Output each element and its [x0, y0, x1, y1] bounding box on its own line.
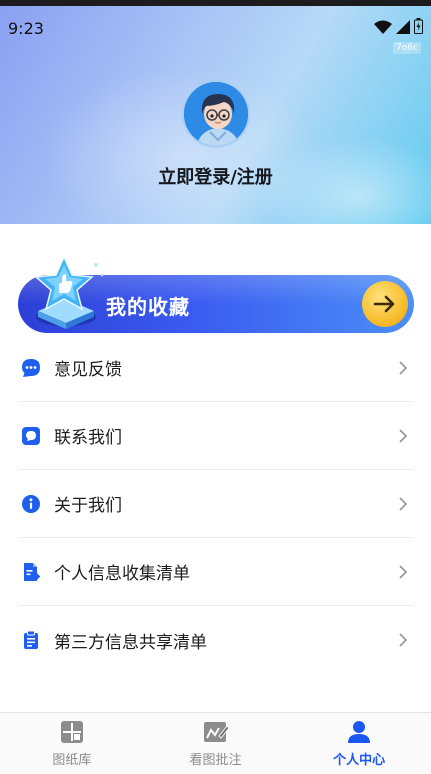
tab-label: 个人中心	[333, 753, 386, 768]
clipboard-icon	[20, 629, 42, 651]
menu-item-contact[interactable]: 联系我们	[18, 402, 414, 470]
status-icons	[374, 18, 423, 38]
menu-label: 个人信息收集清单	[54, 564, 190, 584]
my-favorites-label: 我的收藏	[106, 295, 190, 319]
chevron-right-icon	[398, 360, 408, 376]
battery-icon	[414, 18, 423, 38]
message-icon	[20, 425, 42, 447]
chevron-right-icon	[398, 428, 408, 444]
debug-tag: 7o6c	[393, 42, 421, 54]
menu-label: 联系我们	[54, 428, 122, 448]
status-time: 9:23	[8, 19, 44, 38]
document-export-icon	[20, 561, 42, 583]
menu-label: 意见反馈	[54, 360, 122, 380]
tab-label: 图纸库	[52, 753, 92, 768]
profile-header: 9:23 7o6c 立即登录/注册	[0, 6, 431, 224]
wifi-icon	[374, 19, 392, 38]
menu-item-third-party-list[interactable]: 第三方信息共享清单	[18, 606, 414, 674]
menu-item-personal-info-list[interactable]: 个人信息收集清单	[18, 538, 414, 606]
star-trophy-icon	[26, 253, 112, 333]
menu-item-about[interactable]: 关于我们	[18, 470, 414, 538]
tab-drawing-library[interactable]: 图纸库	[0, 713, 144, 774]
signal-icon	[396, 19, 410, 38]
my-favorites-banner[interactable]: 我的收藏	[18, 255, 414, 333]
menu-label: 第三方信息共享清单	[54, 632, 207, 653]
chevron-right-icon	[398, 496, 408, 512]
blueprint-icon	[59, 719, 85, 745]
info-icon	[20, 493, 42, 515]
arrow-right-icon[interactable]	[362, 281, 408, 327]
login-register-link[interactable]: 立即登录/注册	[0, 163, 431, 189]
settings-menu: 意见反馈 联系我们 关于我们 个人信息收集清单 第三方信息共享清单	[18, 334, 414, 674]
annotate-icon	[203, 719, 229, 745]
avatar[interactable]	[182, 80, 250, 148]
tab-label: 看图批注	[189, 753, 242, 768]
bottom-tab-bar: 图纸库 看图批注 个人中心	[0, 712, 431, 774]
tab-view-annotate[interactable]: 看图批注	[144, 713, 288, 774]
person-icon	[346, 719, 372, 745]
chevron-right-icon	[398, 564, 408, 580]
chat-bubble-icon	[20, 357, 42, 379]
chevron-right-icon	[398, 632, 408, 648]
menu-item-feedback[interactable]: 意见反馈	[18, 334, 414, 402]
menu-label: 关于我们	[54, 496, 122, 516]
tab-personal-center[interactable]: 个人中心	[287, 713, 431, 774]
